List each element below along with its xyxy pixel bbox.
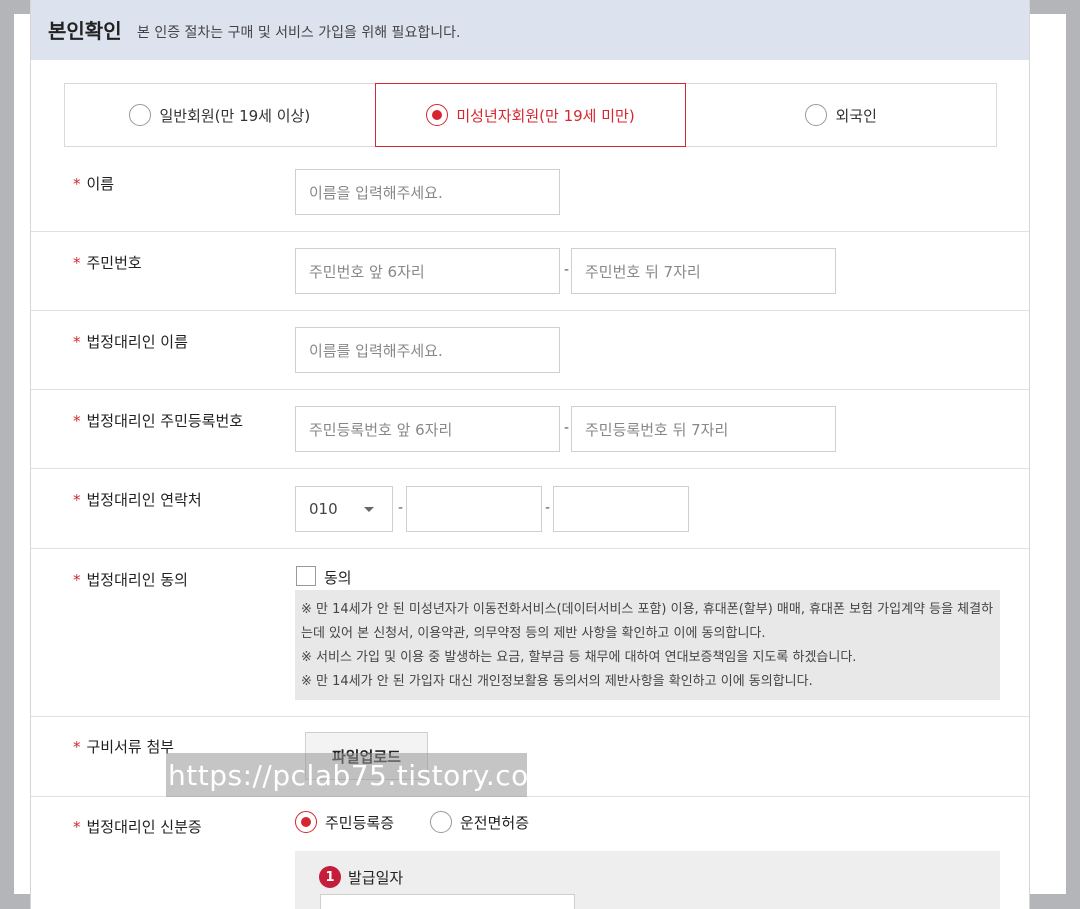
guardian-rrn-front-input[interactable]: 주민등록번호 앞 6자리 [295,406,560,452]
notice-line: ※ 만 14세가 안 된 가입자 대신 개인정보활용 동의서의 제반사항을 확인… [301,674,813,689]
consent-notice: ※ 만 14세가 안 된 미성년자가 이동전화서비스(데이터서비스 포함) 이용… [295,590,1000,700]
row-name: * 이름 이름을 입력해주세요. [31,147,1029,232]
id-option-label: 주민등록증 [325,813,395,832]
field-label: * 법정대리인 신분증 [73,818,202,836]
tab-foreigner[interactable]: 외국인 [686,84,996,146]
tab-general-member[interactable]: 일반회원(만 19세 이상) [65,84,375,146]
chevron-down-icon [364,507,374,512]
separator: - [545,500,551,516]
page-description: 본 인증 절차는 구매 및 서비스 가입을 위해 필요합니다. [137,25,461,41]
row-guardian-phone: * 법정대리인 연락처 010 - - [31,469,1029,549]
field-label: * 법정대리인 주민등록번호 [73,412,244,430]
panel-header: 본인확인 본 인증 절차는 구매 및 서비스 가입을 위해 필요합니다. [31,0,1029,60]
separator: - [398,500,404,516]
rrn-front-input[interactable]: 주민번호 앞 6자리 [295,248,560,294]
phone-prefix-value: 010 [309,500,338,518]
issue-date-box: 1 발급일자 [295,851,1000,909]
watermark: https://pclab75.tistory.com [166,753,556,797]
notice-line: ※ 만 14세가 안 된 미성년자가 이동전화서비스(데이터서비스 포함) 이용… [301,602,994,641]
phone-middle-input[interactable] [406,486,542,532]
radio-selected-icon [426,104,449,126]
field-label: * 법정대리인 연락처 [73,491,202,509]
field-label: * 이름 [73,175,115,193]
step-number-badge: 1 [319,866,341,888]
row-rrn: * 주민번호 주민번호 앞 6자리 - 주민번호 뒤 7자리 [31,232,1029,311]
issue-date-input[interactable] [320,894,575,909]
radio-selected-icon [295,811,317,833]
row-guardian-rrn: * 법정대리인 주민등록번호 주민등록번호 앞 6자리 - 주민등록번호 뒤 7자… [31,390,1029,469]
row-guardian-name: * 법정대리인 이름 이름를 입력해주세요. [31,311,1029,390]
radio-icon [129,104,152,126]
name-input[interactable]: 이름을 입력해주세요. [295,169,560,215]
separator: - [564,262,570,278]
consent-checkbox[interactable] [296,566,316,586]
rrn-back-input[interactable]: 주민번호 뒤 7자리 [571,248,836,294]
field-label: * 법정대리인 이름 [73,333,188,351]
radio-icon [430,811,452,833]
tab-label: 일반회원(만 19세 이상) [159,106,311,125]
id-option-driver-license[interactable]: 운전면허증 [430,811,529,833]
phone-last-input[interactable] [553,486,689,532]
field-label: * 법정대리인 동의 [73,571,188,589]
tab-label: 미성년자회원(만 19세 미만) [456,106,635,125]
page-title: 본인확인 [48,19,122,43]
guardian-name-input[interactable]: 이름를 입력해주세요. [295,327,560,373]
separator: - [564,420,570,436]
guardian-rrn-back-input[interactable]: 주민등록번호 뒤 7자리 [571,406,836,452]
id-option-resident-card[interactable]: 주민등록증 [295,811,394,833]
field-label: * 구비서류 첨부 [73,738,175,756]
tab-minor-member[interactable]: 미성년자회원(만 19세 미만) [374,83,687,147]
member-type-tabs: 일반회원(만 19세 이상) 미성년자회원(만 19세 미만) 외국인 [64,83,997,147]
id-option-label: 운전면허증 [460,813,530,832]
issue-date-label: 발급일자 [348,869,404,887]
phone-prefix-select[interactable]: 010 [295,486,393,532]
field-label: * 주민번호 [73,254,142,272]
notice-line: ※ 서비스 가입 및 이용 중 발생하는 요금, 할부금 등 채무에 대하여 연… [301,650,857,665]
consent-checkbox-label: 동의 [324,569,352,587]
tab-label: 외국인 [835,106,877,125]
radio-icon [805,104,828,126]
